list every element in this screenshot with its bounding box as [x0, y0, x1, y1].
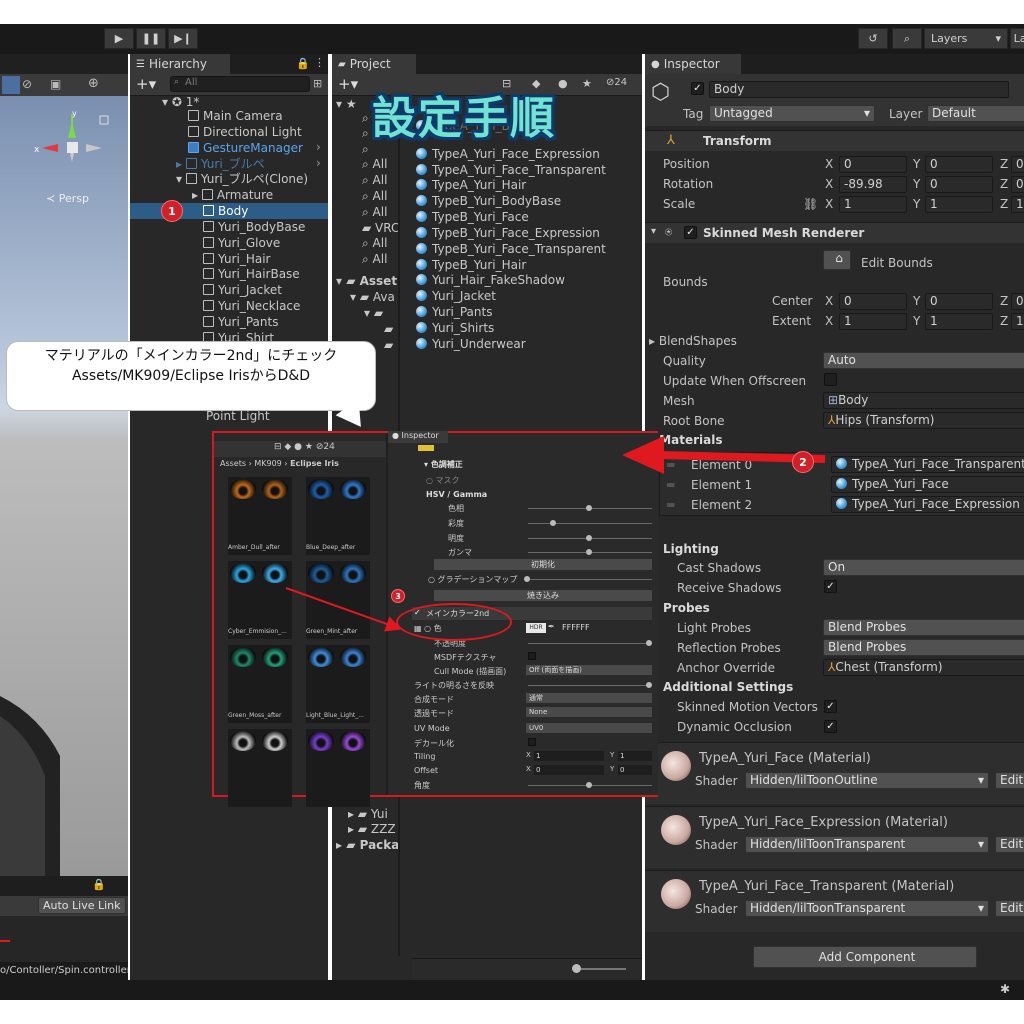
instruction-callout: マテリアルの「メインカラー2nd」にチェック Assets/MK909/Ecli…	[6, 341, 376, 411]
callout-line1: マテリアルの「メインカラー2nd」にチェック	[44, 348, 338, 364]
callout-line2: Assets/MK909/Eclipse IrisからD&D	[71, 368, 311, 384]
step-badge-2: 2	[792, 451, 814, 473]
annotation-arrows	[285, 436, 826, 632]
overlay-title: 設定手順	[372, 93, 556, 144]
step-badge-1: 1	[161, 200, 183, 222]
step-badge-3: 3	[391, 589, 405, 603]
